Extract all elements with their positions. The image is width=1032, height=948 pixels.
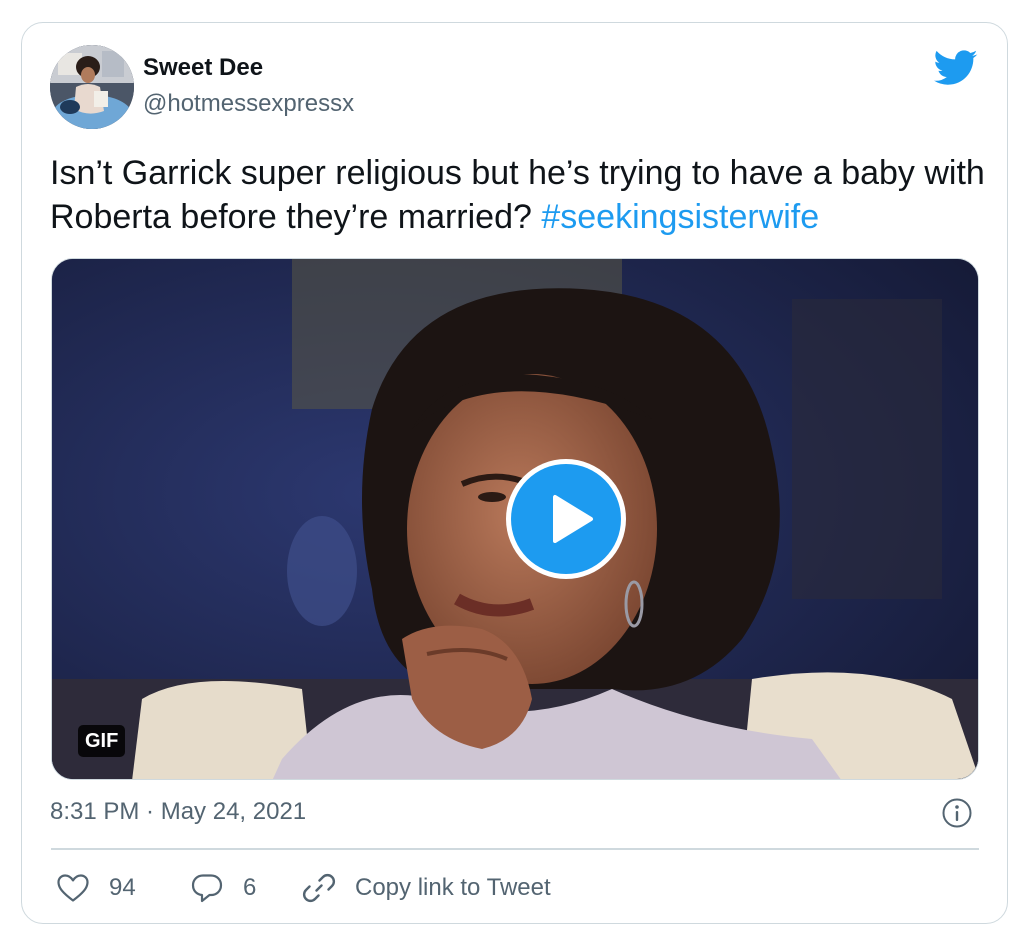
tweet-body: Isn’t Garrick super religious but he’s t… [50, 154, 985, 236]
play-button[interactable] [506, 459, 626, 579]
copy-link-label: Copy link to Tweet [355, 874, 551, 901]
info-icon[interactable] [941, 797, 973, 829]
copy-link-action[interactable]: Copy link to Tweet [302, 866, 551, 910]
play-icon[interactable] [511, 464, 621, 574]
author-display-name[interactable]: Sweet Dee [143, 54, 263, 82]
like-action[interactable]: 94 [56, 866, 136, 910]
twitter-bird-icon[interactable] [934, 50, 978, 86]
gif-badge: GIF [78, 725, 126, 757]
gif-media[interactable]: GIF [51, 258, 979, 780]
link-icon [302, 873, 336, 903]
reply-count: 6 [243, 874, 257, 901]
reply-action[interactable]: 6 [190, 866, 256, 910]
tweet-timestamp[interactable]: 8:31 PM · May 24, 2021 [50, 798, 306, 826]
divider [51, 848, 979, 850]
avatar-image [50, 45, 134, 129]
tweet-text: Isn’t Garrick super religious but he’s t… [50, 151, 990, 239]
author-handle[interactable]: @hotmessexpressx [143, 90, 354, 118]
heart-icon [57, 874, 89, 902]
like-count: 94 [109, 874, 136, 901]
reply-icon [191, 874, 223, 903]
avatar[interactable] [50, 45, 134, 129]
hashtag-link[interactable]: #seekingsisterwife [541, 198, 819, 236]
